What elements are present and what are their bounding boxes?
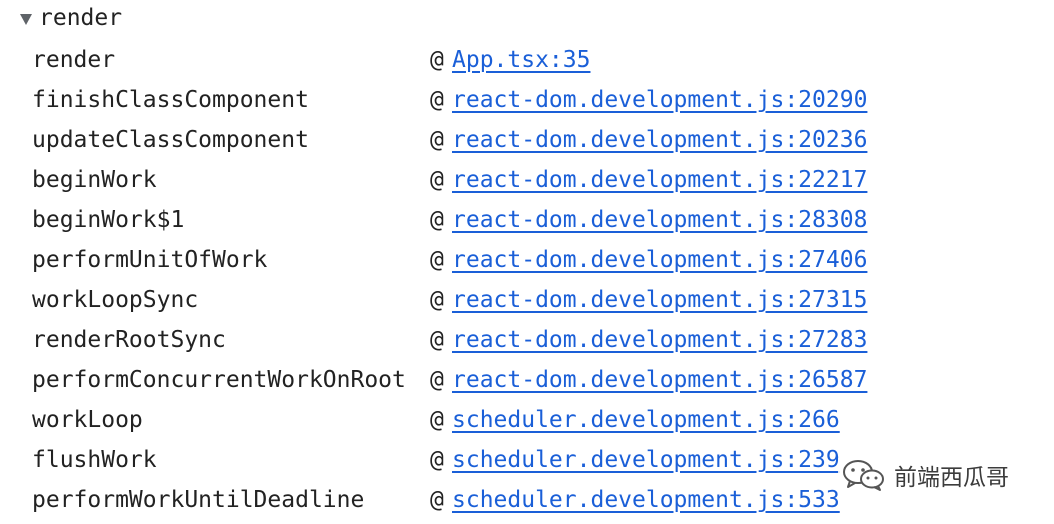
stack-frame-row: finishClassComponent @ react-dom.develop… xyxy=(32,80,867,120)
function-name: performUnitOfWork xyxy=(32,247,268,273)
function-name: beginWork$1 xyxy=(32,207,185,233)
source-link[interactable]: react-dom.development.js:26587 xyxy=(452,367,867,393)
stack-frame-row: render @ App.tsx:35 xyxy=(32,40,867,80)
at-symbol: @ xyxy=(430,287,444,313)
at-symbol: @ xyxy=(430,247,444,273)
stack-frame-row: flushWork @ scheduler.development.js:239 xyxy=(32,440,867,480)
at-symbol: @ xyxy=(430,327,444,353)
watermark: 前端西瓜哥 xyxy=(838,458,1013,492)
source-link[interactable]: react-dom.development.js:28308 xyxy=(452,207,867,233)
source-link[interactable]: react-dom.development.js:20290 xyxy=(452,87,867,113)
triangle-down-icon[interactable] xyxy=(20,13,32,25)
at-symbol: @ xyxy=(430,47,444,73)
at-symbol: @ xyxy=(430,407,444,433)
at-symbol: @ xyxy=(430,367,444,393)
stack-frame-row: workLoop @ scheduler.development.js:266 xyxy=(32,400,867,440)
source-link[interactable]: App.tsx:35 xyxy=(452,47,590,73)
at-symbol: @ xyxy=(430,447,444,473)
watermark-text: 前端西瓜哥 xyxy=(894,465,1009,491)
at-symbol: @ xyxy=(430,207,444,233)
source-link[interactable]: react-dom.development.js:20236 xyxy=(452,127,867,153)
stack-frame-row: performConcurrentWorkOnRoot @ react-dom.… xyxy=(32,360,867,400)
source-link[interactable]: react-dom.development.js:27315 xyxy=(452,287,867,313)
source-link[interactable]: react-dom.development.js:22217 xyxy=(452,167,867,193)
function-name: performConcurrentWorkOnRoot xyxy=(32,367,406,393)
call-stack-list: render @ App.tsx:35 finishClassComponent… xyxy=(32,40,867,520)
source-link[interactable]: scheduler.development.js:239 xyxy=(452,447,840,473)
function-name: beginWork xyxy=(32,167,157,193)
function-name: render xyxy=(32,47,116,73)
function-name: workLoop xyxy=(32,407,143,433)
function-name: finishClassComponent xyxy=(32,87,309,113)
call-stack-group-header[interactable]: render xyxy=(20,3,122,33)
source-link[interactable]: scheduler.development.js:266 xyxy=(452,407,840,433)
function-name: renderRootSync xyxy=(32,327,226,353)
stack-frame-row: workLoopSync @ react-dom.development.js:… xyxy=(32,280,867,320)
at-symbol: @ xyxy=(430,487,444,513)
source-link[interactable]: react-dom.development.js:27406 xyxy=(452,247,867,273)
stack-frame-row: beginWork @ react-dom.development.js:222… xyxy=(32,160,867,200)
function-name: flushWork xyxy=(32,447,157,473)
stack-frame-row: updateClassComponent @ react-dom.develop… xyxy=(32,120,867,160)
stack-frame-row: performUnitOfWork @ react-dom.developmen… xyxy=(32,240,867,280)
function-name: updateClassComponent xyxy=(32,127,309,153)
stack-frame-row: beginWork$1 @ react-dom.development.js:2… xyxy=(32,200,867,240)
wechat-logo-icon xyxy=(843,460,884,491)
source-link[interactable]: react-dom.development.js:27283 xyxy=(452,327,867,353)
at-symbol: @ xyxy=(430,127,444,153)
group-label: render xyxy=(39,5,123,31)
stack-frame-row: renderRootSync @ react-dom.development.j… xyxy=(32,320,867,360)
stack-frame-row: performWorkUntilDeadline @ scheduler.dev… xyxy=(32,480,867,520)
function-name: workLoopSync xyxy=(32,287,199,313)
source-link[interactable]: scheduler.development.js:533 xyxy=(452,487,840,513)
at-symbol: @ xyxy=(430,167,444,193)
at-symbol: @ xyxy=(430,87,444,113)
function-name: performWorkUntilDeadline xyxy=(32,487,365,513)
